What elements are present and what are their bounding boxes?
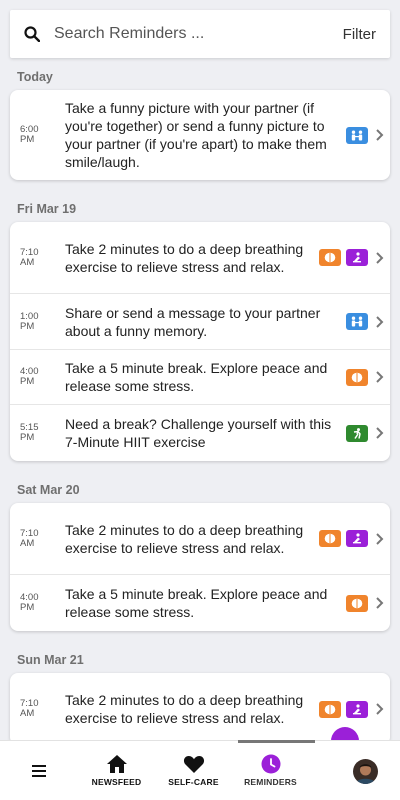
- chevron-right-icon: [368, 251, 390, 265]
- active-tab-indicator: [238, 740, 315, 743]
- nav-newsfeed-label: NEWSFEED: [91, 777, 142, 787]
- nav-newsfeed[interactable]: NEWSFEED: [78, 754, 155, 787]
- meditation-icon: [346, 530, 368, 547]
- bottom-nav: NEWSFEED SELF-CARE REMINDERS: [0, 740, 400, 800]
- reminder-row[interactable]: 6:00 PM Take a funny picture with your pa…: [10, 90, 390, 180]
- chevron-right-icon: [368, 596, 390, 610]
- reminder-time: 7:10 AM: [20, 698, 39, 719]
- day-card: 7:10 AM Take 2 minutes to do a deep breat…: [10, 503, 390, 631]
- day-header-sun-mar-21: Sun Mar 21: [17, 653, 84, 667]
- nav-reminders-label: REMINDERS: [244, 777, 297, 787]
- reminder-text: Take a funny picture with your partner (…: [65, 100, 327, 170]
- menu-button[interactable]: [0, 764, 78, 777]
- reminder-row[interactable]: 5:15 PM Need a break? Challenge yourself …: [10, 405, 390, 461]
- nav-reminders[interactable]: REMINDERS: [232, 754, 309, 787]
- search-icon[interactable]: [24, 26, 40, 42]
- nav-self-care-label: SELF-CARE: [168, 777, 219, 787]
- day-header-today: Today: [17, 70, 53, 84]
- nav-self-care[interactable]: SELF-CARE: [155, 754, 232, 787]
- reminder-text: Take 2 minutes to do a deep breathing ex…: [65, 521, 304, 556]
- day-header-fri-mar-19: Fri Mar 19: [17, 202, 77, 216]
- reminder-text: Share or send a message to your partner …: [65, 304, 321, 339]
- brain-icon: [346, 368, 368, 386]
- reminder-row[interactable]: 7:10 AM Take 2 minutes to do a deep breat…: [10, 673, 390, 740]
- reminder-time: 4:00 PM: [20, 592, 39, 613]
- reminder-text: Need a break? Challenge yourself with th…: [65, 416, 332, 450]
- reminder-row[interactable]: 4:00 PM Take a 5 minute break. Explore pe…: [10, 350, 390, 405]
- brain-icon: [319, 530, 341, 547]
- avatar[interactable]: [353, 759, 378, 784]
- partner-icon: [346, 313, 368, 330]
- hamburger-icon: [32, 764, 46, 777]
- reminder-time: 1:00 PM: [20, 310, 39, 332]
- reminder-text: Take 2 minutes to do a deep breathing ex…: [65, 692, 304, 726]
- chevron-right-icon: [368, 532, 390, 546]
- reminder-row[interactable]: 7:10 AM Take 2 minutes to do a deep breat…: [10, 503, 390, 575]
- reminder-row[interactable]: 7:10 AM Take 2 minutes to do a deep breat…: [10, 222, 390, 294]
- reminder-time: 5:15 PM: [20, 422, 39, 443]
- home-icon: [106, 755, 127, 773]
- reminder-time: 7:10 AM: [20, 246, 39, 268]
- brain-icon: [319, 249, 341, 266]
- reminder-time: 4:00 PM: [20, 366, 39, 387]
- reminder-list[interactable]: Today 6:00 PM Take a funny picture with y…: [0, 64, 400, 740]
- reminder-text: Take a 5 minute break. Explore peace and…: [65, 586, 328, 620]
- search-input[interactable]: [54, 25, 343, 43]
- chevron-right-icon: [368, 702, 390, 716]
- chevron-right-icon: [368, 315, 390, 329]
- brain-icon: [319, 700, 341, 718]
- day-card: 7:10 AM Take 2 minutes to do a deep breat…: [10, 222, 390, 461]
- meditation-icon: [346, 700, 368, 718]
- chevron-right-icon: [368, 370, 390, 384]
- chevron-right-icon: [368, 426, 390, 440]
- reminder-text: Take a 5 minute break. Explore peace and…: [65, 360, 328, 394]
- day-header-sat-mar-20: Sat Mar 20: [17, 483, 80, 497]
- reminder-row[interactable]: 1:00 PM Share or send a message to your p…: [10, 294, 390, 350]
- reminder-row[interactable]: 4:00 PM Take a 5 minute break. Explore pe…: [10, 575, 390, 631]
- reminder-time: 6:00 PM: [20, 124, 39, 145]
- day-card: 7:10 AM Take 2 minutes to do a deep breat…: [10, 673, 390, 740]
- reminder-text: Take 2 minutes to do a deep breathing ex…: [65, 240, 304, 275]
- search-bar: Filter: [10, 10, 390, 58]
- meditation-icon: [346, 249, 368, 266]
- heart-icon: [183, 756, 204, 773]
- reminder-time: 7:10 AM: [20, 527, 39, 549]
- day-card: 6:00 PM Take a funny picture with your pa…: [10, 90, 390, 180]
- brain-icon: [346, 594, 368, 612]
- exercise-icon: [346, 424, 368, 442]
- chevron-right-icon: [368, 128, 390, 142]
- filter-button[interactable]: Filter: [343, 26, 376, 43]
- clock-icon: [261, 754, 280, 774]
- partner-icon: [346, 126, 368, 144]
